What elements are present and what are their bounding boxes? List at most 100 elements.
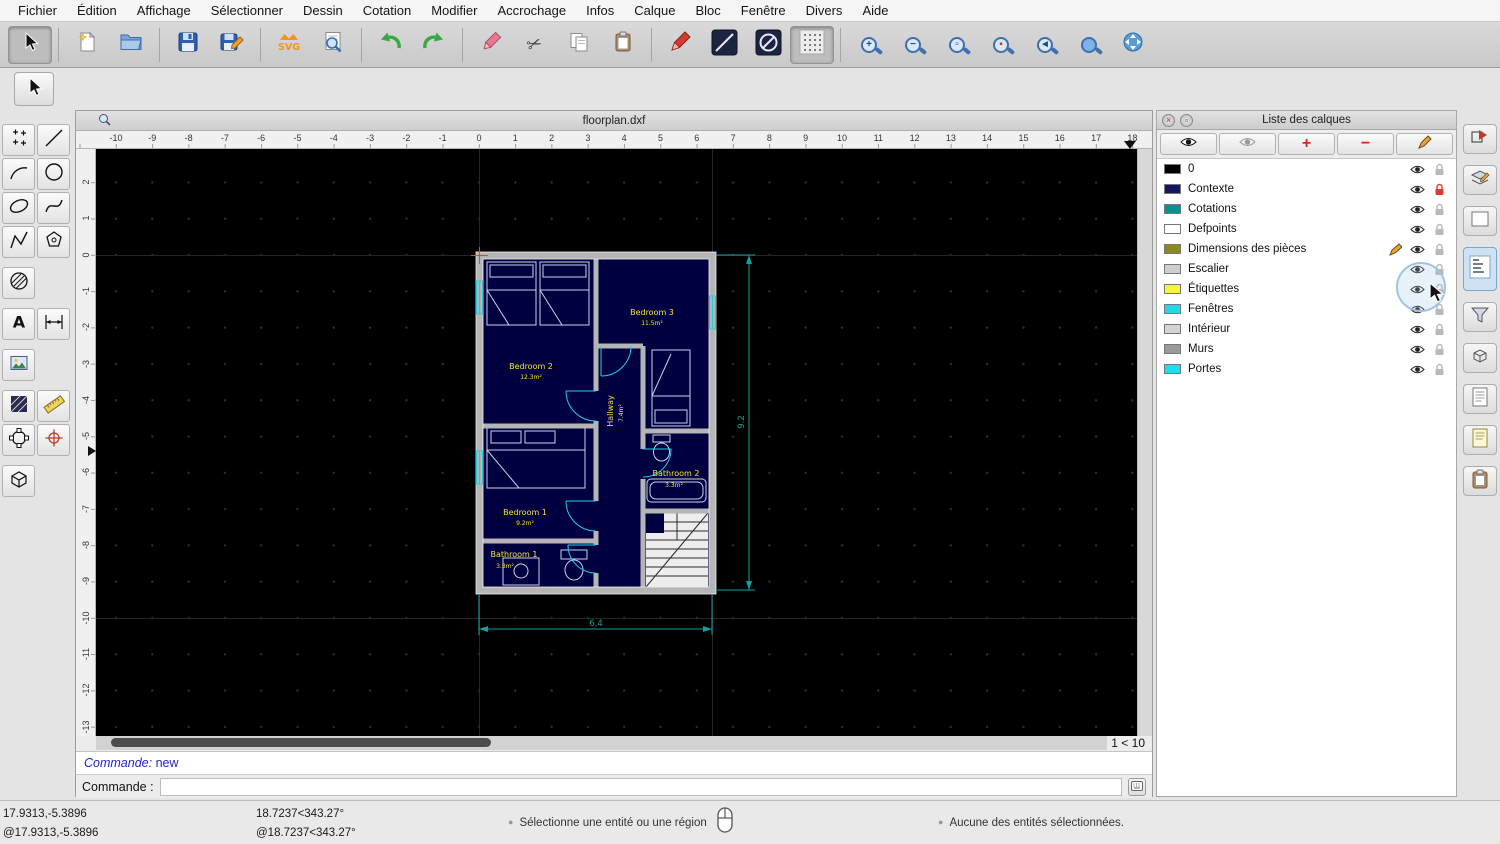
polyline-tool-button[interactable] (2, 226, 35, 258)
layer-lock-icon[interactable] (1430, 223, 1449, 236)
menu-item[interactable]: Édition (67, 0, 127, 21)
open-file-button[interactable] (109, 26, 153, 64)
zoom-in-button[interactable]: + (847, 26, 891, 64)
arc-tool-button[interactable] (2, 158, 35, 190)
zoom-extents-button[interactable]: ▪ (979, 26, 1023, 64)
remove-layer-button[interactable]: − (1337, 133, 1394, 155)
menu-item[interactable]: Accrochage (487, 0, 576, 21)
layer-visibility-eye-icon[interactable] (1408, 184, 1427, 195)
layer-visibility-eye-icon[interactable] (1408, 324, 1427, 335)
vertical-scrollbar[interactable] (1137, 149, 1152, 736)
select-tool-button[interactable] (8, 25, 52, 64)
new-file-button[interactable] (65, 26, 109, 64)
dock-filter-button[interactable] (1463, 302, 1497, 332)
zoom-out-button[interactable]: − (891, 26, 935, 64)
dock-clipboard-button[interactable] (1463, 466, 1497, 496)
measure-tool-button[interactable] (37, 390, 70, 422)
menu-item[interactable]: Calque (624, 0, 685, 21)
erase-button[interactable] (469, 26, 513, 64)
menu-item[interactable]: Modifier (421, 0, 487, 21)
layer-visibility-eye-icon[interactable] (1408, 204, 1427, 215)
grid-toggle-button[interactable] (790, 25, 834, 64)
save-as-button[interactable] (210, 26, 254, 64)
menu-item[interactable]: Cotation (353, 0, 421, 21)
layer-lock-icon[interactable] (1430, 163, 1449, 176)
command-input[interactable] (159, 777, 1122, 796)
dock-notes-button[interactable] (1463, 425, 1497, 455)
box-3d-tool-button[interactable] (2, 465, 35, 497)
panel-close-button[interactable]: × (1162, 113, 1175, 127)
show-all-layers-button[interactable] (1160, 133, 1217, 155)
pen-off-button[interactable] (746, 26, 790, 64)
layer-row[interactable]: Dimensions des pièces (1157, 239, 1456, 259)
points-tool-button[interactable] (2, 124, 35, 156)
menu-item[interactable]: Divers (796, 0, 853, 21)
dock-layer-list-button[interactable] (1463, 247, 1497, 291)
layer-row[interactable]: 0 (1157, 159, 1456, 179)
svg-export-button[interactable]: SVG (267, 26, 311, 64)
layer-row[interactable]: Cotations (1157, 199, 1456, 219)
layer-panel-header[interactable]: × ▫ Liste des calques (1157, 111, 1456, 130)
dock-block-list-button[interactable] (1463, 343, 1497, 373)
modify-tool-button[interactable] (2, 424, 35, 456)
layer-visibility-eye-icon[interactable] (1408, 344, 1427, 355)
menu-item[interactable]: Infos (576, 0, 624, 21)
menu-item[interactable]: Dessin (293, 0, 353, 21)
pen-button[interactable] (658, 26, 702, 64)
horizontal-scrollbar[interactable]: 1 < 10 (96, 736, 1149, 750)
layer-visibility-eye-icon[interactable] (1408, 164, 1427, 175)
spline-tool-button[interactable] (37, 192, 70, 224)
layer-lock-icon[interactable] (1430, 183, 1449, 196)
pan-button[interactable] (1111, 26, 1155, 64)
undo-button[interactable] (368, 26, 412, 64)
menu-item[interactable]: Sélectionner (201, 0, 293, 21)
dock-block-visibility-button[interactable] (1463, 124, 1497, 154)
layer-lock-icon[interactable] (1430, 323, 1449, 336)
circle-tool-button[interactable] (37, 158, 70, 190)
zoom-auto-button[interactable] (1067, 26, 1111, 64)
redo-button[interactable] (412, 26, 456, 64)
document-titlebar[interactable]: floorplan.dxf (76, 111, 1152, 131)
layer-lock-icon[interactable] (1430, 363, 1449, 376)
polygon-tool-button[interactable] (37, 226, 70, 258)
layer-lock-icon[interactable] (1430, 243, 1449, 256)
hatch-circle-tool-button[interactable] (2, 267, 35, 299)
menu-item[interactable]: Fichier (8, 0, 67, 21)
layer-visibility-eye-icon[interactable] (1408, 364, 1427, 375)
paste-button[interactable] (601, 26, 645, 64)
dock-layer-edit-button[interactable] (1463, 165, 1497, 195)
menu-item[interactable]: Aide (852, 0, 898, 21)
layer-visibility-eye-icon[interactable] (1408, 244, 1427, 255)
layer-lock-icon[interactable] (1430, 203, 1449, 216)
ellipse-tool-button[interactable] (2, 192, 35, 224)
layer-row[interactable]: Defpoints (1157, 219, 1456, 239)
active-select-tool-button[interactable] (14, 72, 54, 106)
dimension-tool-button[interactable] (37, 308, 70, 340)
save-button[interactable] (166, 26, 210, 64)
pen-attributes-button[interactable] (702, 26, 746, 64)
h-scrollbar-thumb[interactable] (111, 738, 491, 747)
layer-visibility-eye-icon[interactable] (1408, 224, 1427, 235)
add-layer-button[interactable]: + (1278, 133, 1335, 155)
image-tool-button[interactable] (2, 349, 35, 381)
layer-row[interactable]: Contexte (1157, 179, 1456, 199)
text-tool-button[interactable]: A (2, 308, 35, 340)
edit-layer-button[interactable] (1396, 133, 1453, 155)
layer-row[interactable]: Murs (1157, 339, 1456, 359)
zoom-previous-button[interactable]: ◄ (1023, 26, 1067, 64)
hatch-pattern-tool-button[interactable] (2, 390, 35, 422)
panel-undock-button[interactable]: ▫ (1180, 113, 1193, 127)
print-preview-button[interactable] (311, 26, 355, 64)
menu-item[interactable]: Fenêtre (731, 0, 796, 21)
dock-command-log-button[interactable] (1463, 384, 1497, 414)
layer-lock-icon[interactable] (1430, 343, 1449, 356)
line-tool-button[interactable] (37, 124, 70, 156)
zoom-window-button[interactable]: ▫ (935, 26, 979, 64)
menu-item[interactable]: Affichage (127, 0, 201, 21)
hide-all-layers-button[interactable] (1219, 133, 1276, 155)
snap-tool-button[interactable] (37, 424, 70, 456)
dock-blank-panel-button[interactable] (1463, 206, 1497, 236)
drawing-canvas[interactable]: Bedroom 2 12.3m² Bedroom 3 11.5m² Bedroo… (96, 149, 1139, 736)
layer-row[interactable]: Intérieur (1157, 319, 1456, 339)
layer-row[interactable]: Portes (1157, 359, 1456, 379)
